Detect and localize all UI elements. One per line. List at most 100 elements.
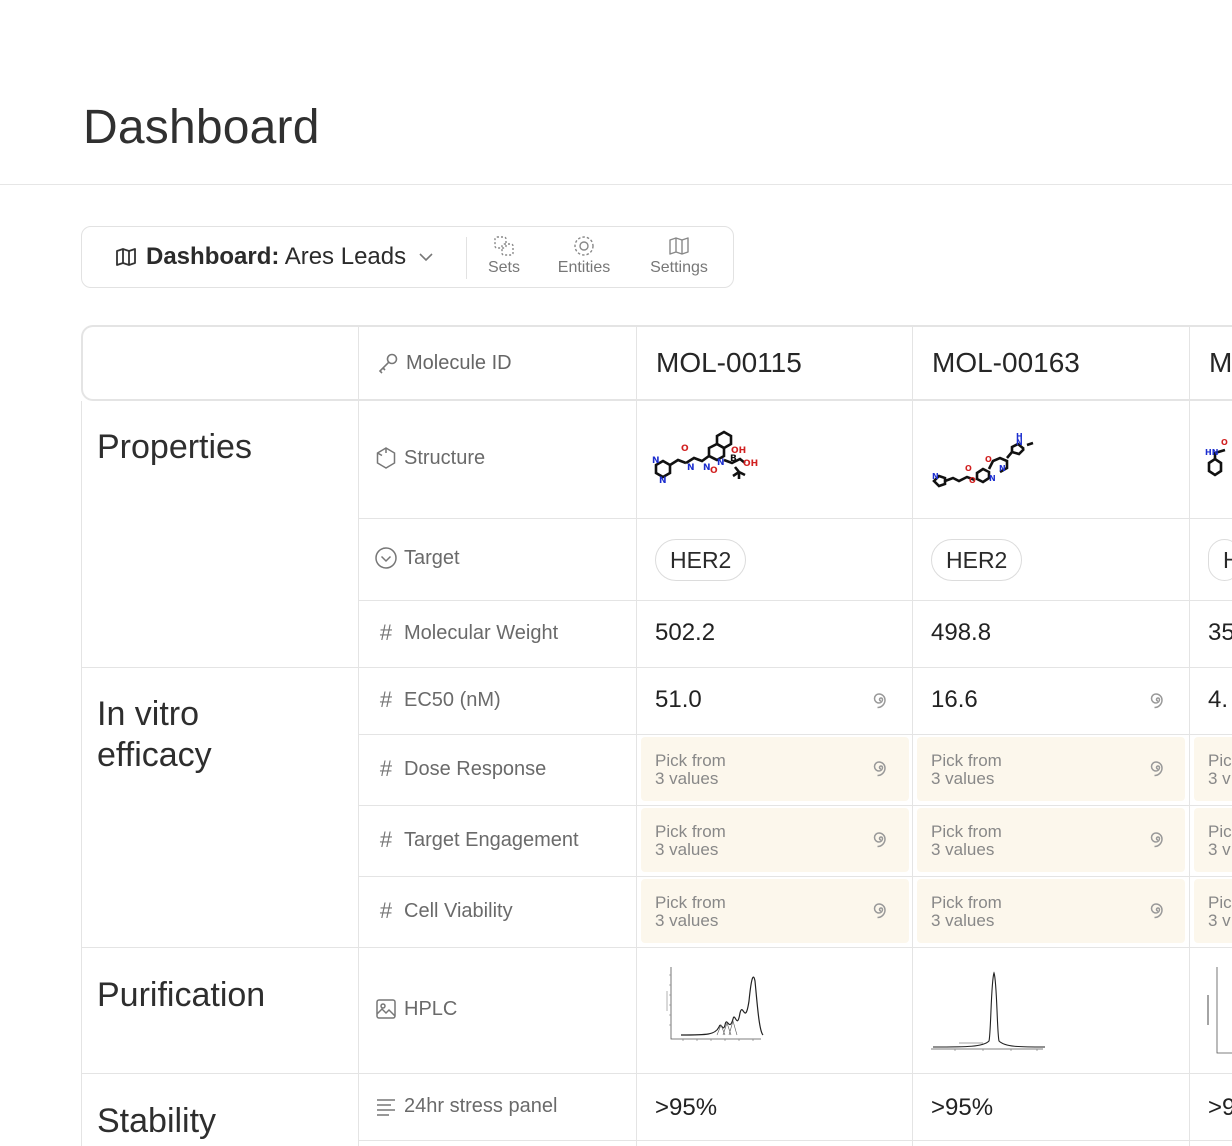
- sets-label: Sets: [487, 259, 520, 276]
- pick-line-2: 3 values: [931, 840, 995, 859]
- dashboard-table: Molecule ID MOL-00115 MOL-00163 M Proper…: [81, 325, 1232, 1146]
- pick-line-1-clipped: Pic: [1208, 822, 1232, 841]
- attr-cell-viability-label: Cell Viability: [404, 899, 513, 922]
- pick-line-2: 3 values: [655, 769, 719, 788]
- header-attribute-label: Molecule ID: [406, 351, 512, 374]
- hexagon-icon: [376, 447, 396, 469]
- dashboard-selector[interactable]: Dashboard: Ares Leads: [82, 227, 466, 287]
- grid-line: [358, 876, 1232, 877]
- molecule-header-3[interactable]: M: [1191, 327, 1232, 399]
- grid-line: [912, 325, 913, 1146]
- attr-target-engagement[interactable]: # Target Engagement: [374, 827, 579, 852]
- molecule-structure-image-1[interactable]: N N O N N O N OH OH B: [651, 423, 761, 493]
- sets-button[interactable]: Sets: [484, 235, 524, 281]
- attr-molecular-weight-label: Molecular Weight: [404, 621, 559, 644]
- toolbar-separator: [466, 237, 467, 279]
- molecule-structure-image-2[interactable]: N O O O N N H N: [929, 429, 1039, 493]
- molecule-header-2[interactable]: MOL-00163: [914, 327, 1080, 399]
- calculated-spiral-icon[interactable]: [870, 690, 892, 712]
- table-header-row: Molecule ID MOL-00115 MOL-00163 M: [81, 325, 1232, 401]
- entities-button[interactable]: Entities: [552, 235, 616, 281]
- pick-line-2-clipped: 3 v: [1208, 911, 1231, 930]
- attr-dose-response[interactable]: # Dose Response: [374, 756, 547, 781]
- pick-line-2: 3 values: [931, 769, 995, 788]
- molecule-header-1[interactable]: MOL-00115: [638, 327, 802, 399]
- attr-dose-response-label: Dose Response: [404, 757, 547, 780]
- molecule-structure-image-3[interactable]: HN O: [1203, 433, 1232, 483]
- dose-response-pick-3[interactable]: Pic 3 v: [1194, 737, 1232, 801]
- pick-line-1: Pick from: [931, 751, 1002, 770]
- svg-text:N: N: [659, 476, 667, 486]
- ec50-value-1: 51.0: [655, 686, 702, 713]
- attr-molecular-weight[interactable]: # Molecular Weight: [374, 620, 559, 645]
- calculated-spiral-icon: [873, 832, 886, 848]
- svg-text:N: N: [999, 464, 1006, 473]
- attr-structure[interactable]: Structure: [374, 446, 485, 470]
- grid-line: [81, 947, 1232, 948]
- attr-stress-panel[interactable]: 24hr stress panel: [374, 1094, 557, 1118]
- grid-line: [81, 401, 82, 1146]
- attr-target[interactable]: Target: [374, 546, 460, 570]
- pick-line-2-clipped: 3 v: [1208, 840, 1231, 859]
- svg-text:N: N: [932, 472, 939, 481]
- grid-line: [358, 805, 1232, 806]
- grid-line: [636, 325, 637, 1146]
- calculated-spiral-icon[interactable]: [1147, 690, 1169, 712]
- grid-line: [1189, 325, 1190, 1146]
- svg-text:N: N: [652, 456, 660, 466]
- number-icon: #: [379, 898, 393, 923]
- dose-response-pick-1[interactable]: Pick from 3 values: [641, 737, 909, 801]
- attr-ec50[interactable]: # EC50 (nM): [374, 687, 501, 712]
- attr-hplc-label: HPLC: [404, 997, 458, 1020]
- pick-line-1-clipped: Pic: [1208, 893, 1232, 912]
- svg-text:N: N: [1016, 438, 1023, 447]
- calculated-spiral-icon: [1150, 761, 1163, 777]
- pick-line-1: Pick from: [931, 822, 1002, 841]
- hplc-chromatogram-image-3[interactable]: [1203, 965, 1232, 1063]
- pick-line-1: Pick from: [931, 893, 1002, 912]
- header-attribute-cell: Molecule ID: [360, 327, 512, 399]
- dose-response-pick-2[interactable]: Pick from 3 values: [917, 737, 1185, 801]
- stress-panel-value-2: >95%: [931, 1094, 994, 1121]
- grid-line: [358, 518, 1232, 519]
- molecular-weight-2: 498.8: [931, 619, 992, 646]
- target-pill-2[interactable]: HER2: [931, 539, 1023, 581]
- page-title: Dashboard: [83, 101, 320, 154]
- target-pill-1[interactable]: HER2: [655, 539, 747, 581]
- pick-line-2: 3 values: [931, 911, 995, 930]
- calculated-spiral-icon: [1150, 832, 1163, 848]
- section-properties: Properties: [97, 428, 252, 466]
- pick-line-1: Pick from: [655, 822, 726, 841]
- attr-stress-panel-label: 24hr stress panel: [404, 1094, 558, 1117]
- attr-target-engagement-label: Target Engagement: [404, 828, 579, 851]
- svg-text:O: O: [1221, 438, 1228, 447]
- stress-panel-value-3: >9: [1208, 1094, 1232, 1121]
- grid-line: [358, 600, 1232, 601]
- map-icon: [116, 248, 136, 266]
- target-engagement-pick-2[interactable]: Pick from 3 values: [917, 808, 1185, 872]
- svg-text:O: O: [681, 444, 689, 454]
- cell-viability-pick-3[interactable]: Pic 3 v: [1194, 879, 1232, 943]
- cell-viability-pick-2[interactable]: Pick from 3 values: [917, 879, 1185, 943]
- calculated-spiral-icon: [873, 761, 886, 777]
- dashboard-name: Ares Leads: [284, 243, 407, 270]
- settings-map-icon: [669, 237, 689, 255]
- attr-hplc[interactable]: HPLC: [374, 997, 457, 1021]
- attr-cell-viability[interactable]: # Cell Viability: [374, 898, 513, 923]
- target-pill-3[interactable]: H: [1208, 539, 1232, 581]
- svg-text:O: O: [985, 455, 992, 464]
- svg-text:N: N: [687, 463, 695, 473]
- chevron-down-icon: [419, 253, 433, 262]
- pick-line-1-clipped: Pic: [1208, 751, 1232, 770]
- number-icon: #: [379, 620, 393, 645]
- target-engagement-pick-3[interactable]: Pic 3 v: [1194, 808, 1232, 872]
- hplc-chromatogram-image-1[interactable]: [647, 961, 767, 1059]
- grid-line: [358, 325, 359, 1146]
- calculated-spiral-icon: [1150, 903, 1163, 919]
- hplc-chromatogram-image-2[interactable]: [927, 961, 1047, 1059]
- settings-button[interactable]: Settings: [642, 235, 716, 281]
- target-engagement-pick-1[interactable]: Pick from 3 values: [641, 808, 909, 872]
- ec50-value-2: 16.6: [931, 686, 978, 713]
- cell-viability-pick-1[interactable]: Pick from 3 values: [641, 879, 909, 943]
- section-stability: Stability: [97, 1102, 217, 1140]
